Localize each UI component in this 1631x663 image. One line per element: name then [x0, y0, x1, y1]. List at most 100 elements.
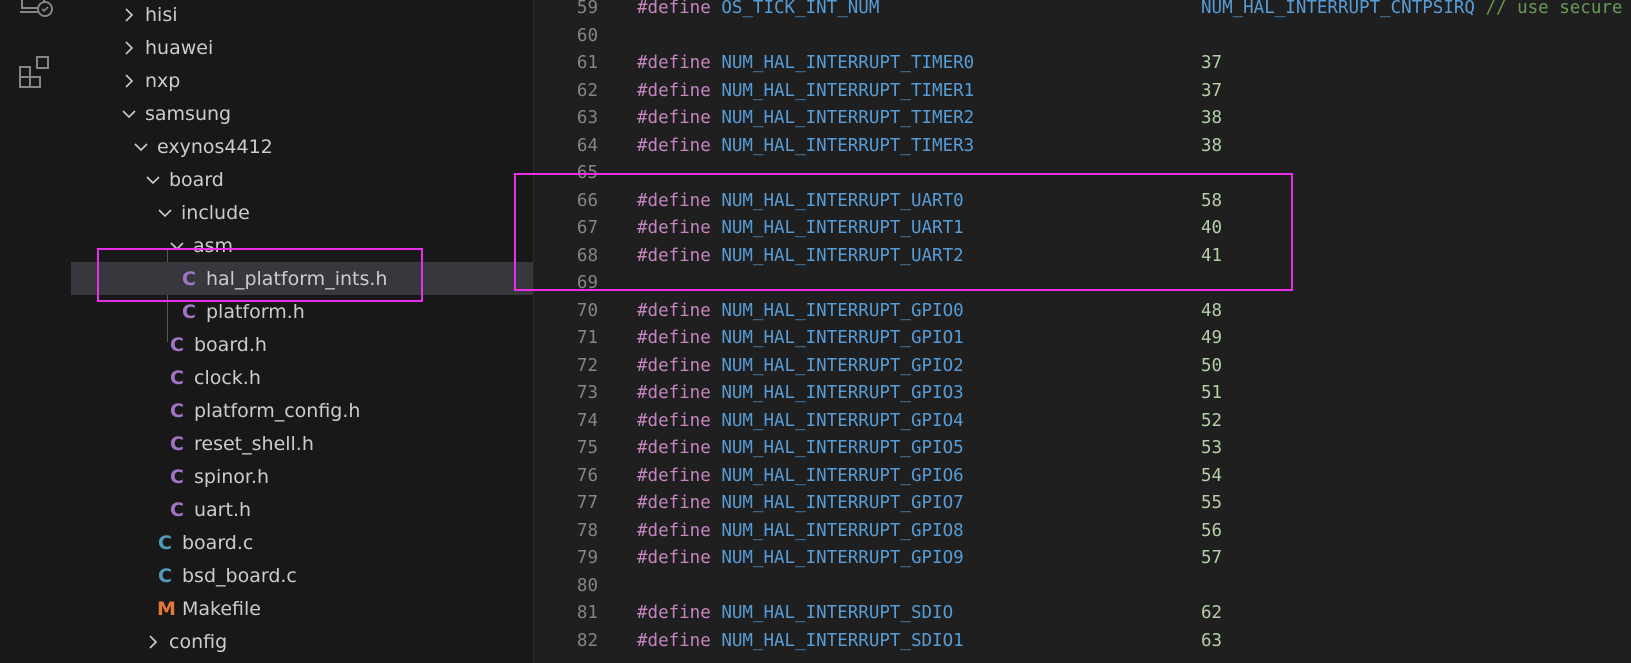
- tree-file[interactable]: Cspinor.h: [71, 460, 533, 493]
- code-line[interactable]: 73 #define NUM_HAL_INTERRUPT_GPIO3 51: [534, 379, 1631, 407]
- macro-value: 48: [1201, 300, 1223, 321]
- define-keyword: #define: [637, 135, 711, 156]
- c-header-file-icon: C: [170, 432, 184, 455]
- tree-file[interactable]: Creset_shell.h: [71, 427, 533, 460]
- tree-file[interactable]: Cplatform.h: [71, 295, 533, 328]
- line-number: 76: [576, 465, 598, 486]
- tree-folder[interactable]: config: [71, 625, 533, 658]
- macro-value: 52: [1201, 410, 1223, 431]
- macro-name: NUM_HAL_INTERRUPT_GPIO2: [721, 355, 964, 376]
- code-line[interactable]: 60: [534, 22, 1631, 50]
- tree-item-label: reset_shell.h: [194, 432, 314, 455]
- tree-file[interactable]: Cboard.h: [71, 328, 533, 361]
- code-line[interactable]: 71 #define NUM_HAL_INTERRUPT_GPIO1 49: [534, 324, 1631, 352]
- macro-name: NUM_HAL_INTERRUPT_GPIO8: [721, 520, 964, 541]
- line-number: 64: [576, 135, 598, 156]
- code-line[interactable]: 62 #define NUM_HAL_INTERRUPT_TIMER1 37: [534, 77, 1631, 105]
- code-line[interactable]: 66 #define NUM_HAL_INTERRUPT_UART0 58: [534, 187, 1631, 215]
- tree-item-label: huawei: [145, 36, 214, 59]
- tree-folder[interactable]: hisi: [71, 0, 533, 31]
- code-line[interactable]: 77 #define NUM_HAL_INTERRUPT_GPIO7 55: [534, 489, 1631, 517]
- code-line[interactable]: 64 #define NUM_HAL_INTERRUPT_TIMER3 38: [534, 132, 1631, 160]
- macro-name: NUM_HAL_INTERRUPT_UART0: [721, 190, 964, 211]
- code-line[interactable]: 63 #define NUM_HAL_INTERRUPT_TIMER2 38: [534, 104, 1631, 132]
- line-number: 81: [576, 603, 598, 623]
- code-line[interactable]: 82 #define NUM_HAL_INTERRUPT_SDIO1 63: [534, 627, 1631, 655]
- code-line[interactable]: 74 #define NUM_HAL_INTERRUPT_GPIO4 52: [534, 407, 1631, 435]
- define-keyword: #define: [637, 438, 711, 458]
- tree-item-label: samsung: [145, 102, 232, 125]
- macro-name: NUM_HAL_INTERRUPT_GPIO1: [721, 328, 964, 348]
- tree-file[interactable]: Chal_platform_ints.h: [71, 262, 533, 295]
- code-line[interactable]: 76 #define NUM_HAL_INTERRUPT_GPIO6 54: [534, 462, 1631, 490]
- code-line[interactable]: 78 #define NUM_HAL_INTERRUPT_GPIO8 56: [534, 517, 1631, 545]
- tree-file[interactable]: M Makefile: [71, 592, 533, 625]
- macro-name: OS_TICK_INT_NUM: [721, 0, 880, 18]
- remote-explorer-icon[interactable]: [18, 0, 54, 22]
- tree-item-label: board.c: [182, 531, 254, 554]
- chevron-right-icon: [121, 40, 137, 56]
- tree-folder[interactable]: exynos4412: [71, 130, 533, 163]
- c-header-file-icon: C: [170, 333, 184, 356]
- code-line[interactable]: 81 #define NUM_HAL_INTERRUPT_SDIO 62: [534, 599, 1631, 627]
- tree-item-label: hisi: [145, 3, 178, 26]
- define-keyword: #define: [637, 80, 711, 101]
- code-editor[interactable]: 59 #define OS_TICK_INT_NUM NUM_HAL_INTERRU…: [534, 0, 1631, 663]
- chevron-down-icon: [157, 205, 173, 221]
- line-number: 79: [576, 548, 598, 568]
- macro-value: 63: [1201, 630, 1223, 651]
- macro-value: 51: [1201, 383, 1223, 403]
- macro-value: 37: [1201, 80, 1223, 101]
- code-line[interactable]: 65: [534, 159, 1631, 187]
- macro-value: 49: [1201, 328, 1223, 348]
- define-keyword: #define: [637, 190, 711, 211]
- tree-folder[interactable]: nxp: [71, 64, 533, 97]
- activity-bar: [0, 0, 72, 663]
- define-keyword: #define: [637, 355, 711, 376]
- code-comment: // use secure physi: [1485, 0, 1623, 18]
- code-line[interactable]: 59 #define OS_TICK_INT_NUM NUM_HAL_INTERRU…: [534, 0, 1631, 22]
- tree-folder[interactable]: huawei: [71, 31, 533, 64]
- macro-name: NUM_HAL_INTERRUPT_GPIO5: [721, 438, 964, 458]
- tree-folder[interactable]: samsung: [71, 97, 533, 130]
- code-line[interactable]: 68 #define NUM_HAL_INTERRUPT_UART2 41: [534, 242, 1631, 270]
- extensions-icon[interactable]: [18, 55, 54, 91]
- macro-name: NUM_HAL_INTERRUPT_GPIO7: [721, 493, 964, 513]
- tree-file[interactable]: Cclock.h: [71, 361, 533, 394]
- line-number: 71: [576, 328, 598, 348]
- code-line[interactable]: 61 #define NUM_HAL_INTERRUPT_TIMER0 37: [534, 49, 1631, 77]
- define-keyword: #define: [637, 108, 711, 128]
- tree-item-label: exynos4412: [157, 135, 273, 158]
- tree-file[interactable]: Cplatform_config.h: [71, 394, 533, 427]
- line-number: 63: [576, 108, 598, 128]
- tree-folder[interactable]: include: [71, 196, 533, 229]
- code-line[interactable]: 79 #define NUM_HAL_INTERRUPT_GPIO9 57: [534, 544, 1631, 572]
- define-keyword: #define: [637, 548, 711, 568]
- tree-file[interactable]: Cbsd_board.c: [71, 559, 533, 592]
- macro-value: 53: [1201, 438, 1223, 458]
- macro-name: NUM_HAL_INTERRUPT_TIMER3: [721, 135, 975, 156]
- code-line[interactable]: 80: [534, 572, 1631, 600]
- code-line[interactable]: 69: [534, 269, 1631, 297]
- define-keyword: #define: [637, 328, 711, 348]
- define-keyword: #define: [637, 300, 711, 321]
- tree-file[interactable]: Cuart.h: [71, 493, 533, 526]
- tree-item-label: board: [169, 168, 224, 191]
- define-keyword: #define: [637, 630, 711, 651]
- line-number: 82: [576, 630, 598, 651]
- c-header-file-icon: C: [170, 498, 184, 521]
- code-line[interactable]: 70 #define NUM_HAL_INTERRUPT_GPIO0 48: [534, 297, 1631, 325]
- define-keyword: #define: [637, 410, 711, 431]
- tree-file[interactable]: Cboard.c: [71, 526, 533, 559]
- chevron-down-icon: [133, 139, 149, 155]
- macro-name: NUM_HAL_INTERRUPT_GPIO0: [721, 300, 964, 321]
- macro-name: NUM_HAL_INTERRUPT_SDIO1: [721, 630, 964, 651]
- macro-name: NUM_HAL_INTERRUPT_GPIO4: [721, 410, 964, 431]
- code-line[interactable]: 72 #define NUM_HAL_INTERRUPT_GPIO2 50: [534, 352, 1631, 380]
- code-line[interactable]: 67 #define NUM_HAL_INTERRUPT_UART1 40: [534, 214, 1631, 242]
- tree-folder[interactable]: board: [71, 163, 533, 196]
- define-keyword: #define: [637, 603, 711, 623]
- line-number: 75: [576, 438, 598, 458]
- code-line[interactable]: 75 #define NUM_HAL_INTERRUPT_GPIO5 53: [534, 434, 1631, 462]
- tree-folder[interactable]: asm: [71, 229, 533, 262]
